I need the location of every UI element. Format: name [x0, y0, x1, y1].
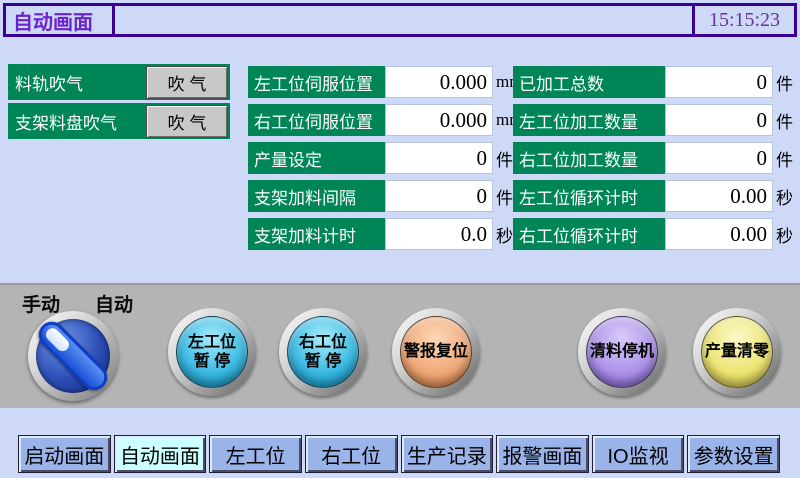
nav-alarm-screen-button[interactable]: 报警画面: [496, 435, 589, 473]
field-unit: 件: [493, 142, 513, 174]
button-label: 清料停机: [590, 342, 654, 361]
page-title: 自动画面: [6, 6, 115, 34]
alarm-reset-button[interactable]: 警报复位: [392, 308, 480, 396]
production-clear-button[interactable]: 产量清零: [693, 308, 781, 396]
field-value: 0: [665, 142, 773, 174]
field-unit: 件: [493, 180, 513, 212]
button-label: 暂 停: [194, 352, 230, 371]
hmi-auto-screen: 自动画面 15:15:23 料轨吹气 吹 气 支架料盘吹气 吹 气 左工位伺服位…: [0, 0, 800, 478]
right-servo-position-row: 右工位伺服位置 0.000 mm: [248, 104, 522, 136]
field-label: 右工位循环计时: [513, 218, 665, 250]
button-label: 暂 停: [305, 352, 341, 371]
field-value: 0.00: [665, 180, 773, 212]
button-face: 警报复位: [400, 316, 472, 388]
tray-blow-air-button[interactable]: 吹 气: [146, 105, 228, 138]
field-unit: 件: [773, 142, 793, 174]
button-label: 产量清零: [705, 342, 769, 361]
nav-io-monitor-button[interactable]: IO监视: [592, 435, 685, 473]
left-servo-position-row: 左工位伺服位置 0.000 mm: [248, 66, 522, 98]
left-cycle-timer-row: 左工位循环计时 0.00 秒: [513, 180, 793, 212]
control-panel: 手动 自动 左工位 暂 停 右工位 暂 停 警报复位: [0, 283, 800, 408]
bottom-nav: 启动画面 自动画面 左工位 右工位 生产记录 报警画面 IO监视 参数设置: [18, 435, 780, 473]
field-unit: 秒: [773, 180, 793, 212]
field-label: 产量设定: [248, 142, 385, 174]
field-value: 0.00: [665, 218, 773, 250]
manual-label: 手动: [22, 290, 60, 317]
rail-blow-row: 料轨吹气 吹 气: [8, 64, 230, 100]
button-label: 左工位: [188, 333, 236, 352]
feeder-interval-input[interactable]: 0: [385, 180, 493, 212]
total-processed-row: 已加工总数 0 件: [513, 66, 793, 98]
header-spacer: [115, 6, 695, 34]
button-label: 警报复位: [404, 342, 468, 361]
clear-material-stop-button[interactable]: 清料停机: [578, 308, 666, 396]
field-value: 0: [665, 104, 773, 136]
button-face: 左工位 暂 停: [176, 316, 248, 388]
header-bar: 自动画面 15:15:23: [3, 3, 797, 37]
production-setting-row: 产量设定 0 件: [248, 142, 513, 174]
auto-label: 自动: [95, 290, 133, 317]
manual-auto-switch[interactable]: [28, 311, 118, 401]
field-value: 0.000: [385, 104, 493, 136]
left-station-count-row: 左工位加工数量 0 件: [513, 104, 793, 136]
production-setting-input[interactable]: 0: [385, 142, 493, 174]
field-label: 右工位加工数量: [513, 142, 665, 174]
button-face: 清料停机: [586, 316, 658, 388]
feeder-timer-row: 支架加料计时 0.0 秒: [248, 218, 513, 250]
field-label: 支架加料计时: [248, 218, 385, 250]
field-unit: 件: [773, 104, 793, 136]
field-label: 左工位循环计时: [513, 180, 665, 212]
button-face: 右工位 暂 停: [287, 316, 359, 388]
field-label: 料轨吹气: [15, 70, 83, 95]
nav-parameter-settings-button[interactable]: 参数设置: [687, 435, 780, 473]
nav-left-station-button[interactable]: 左工位: [209, 435, 302, 473]
field-unit: 件: [773, 66, 793, 98]
field-label: 已加工总数: [513, 66, 665, 98]
rail-blow-air-button[interactable]: 吹 气: [146, 66, 228, 99]
field-label: 支架加料间隔: [248, 180, 385, 212]
right-station-count-row: 右工位加工数量 0 件: [513, 142, 793, 174]
field-unit: 秒: [493, 218, 513, 250]
feeder-timer-input[interactable]: 0.0: [385, 218, 493, 250]
left-station-pause-button[interactable]: 左工位 暂 停: [168, 308, 256, 396]
field-unit: 秒: [773, 218, 793, 250]
field-value: 0: [665, 66, 773, 98]
button-label: 右工位: [299, 333, 347, 352]
field-label: 右工位伺服位置: [248, 104, 385, 136]
nav-start-screen-button[interactable]: 启动画面: [18, 435, 111, 473]
nav-right-station-button[interactable]: 右工位: [305, 435, 398, 473]
button-face: 产量清零: [701, 316, 773, 388]
field-label: 左工位加工数量: [513, 104, 665, 136]
nav-production-record-button[interactable]: 生产记录: [401, 435, 494, 473]
feeder-interval-row: 支架加料间隔 0 件: [248, 180, 513, 212]
tray-blow-row: 支架料盘吹气 吹 气: [8, 103, 230, 139]
field-label: 支架料盘吹气: [15, 109, 117, 134]
right-cycle-timer-row: 右工位循环计时 0.00 秒: [513, 218, 793, 250]
right-station-pause-button[interactable]: 右工位 暂 停: [279, 308, 367, 396]
nav-auto-screen-button[interactable]: 自动画面: [114, 435, 207, 473]
field-value: 0.000: [385, 66, 493, 98]
field-label: 左工位伺服位置: [248, 66, 385, 98]
clock: 15:15:23: [695, 6, 794, 34]
